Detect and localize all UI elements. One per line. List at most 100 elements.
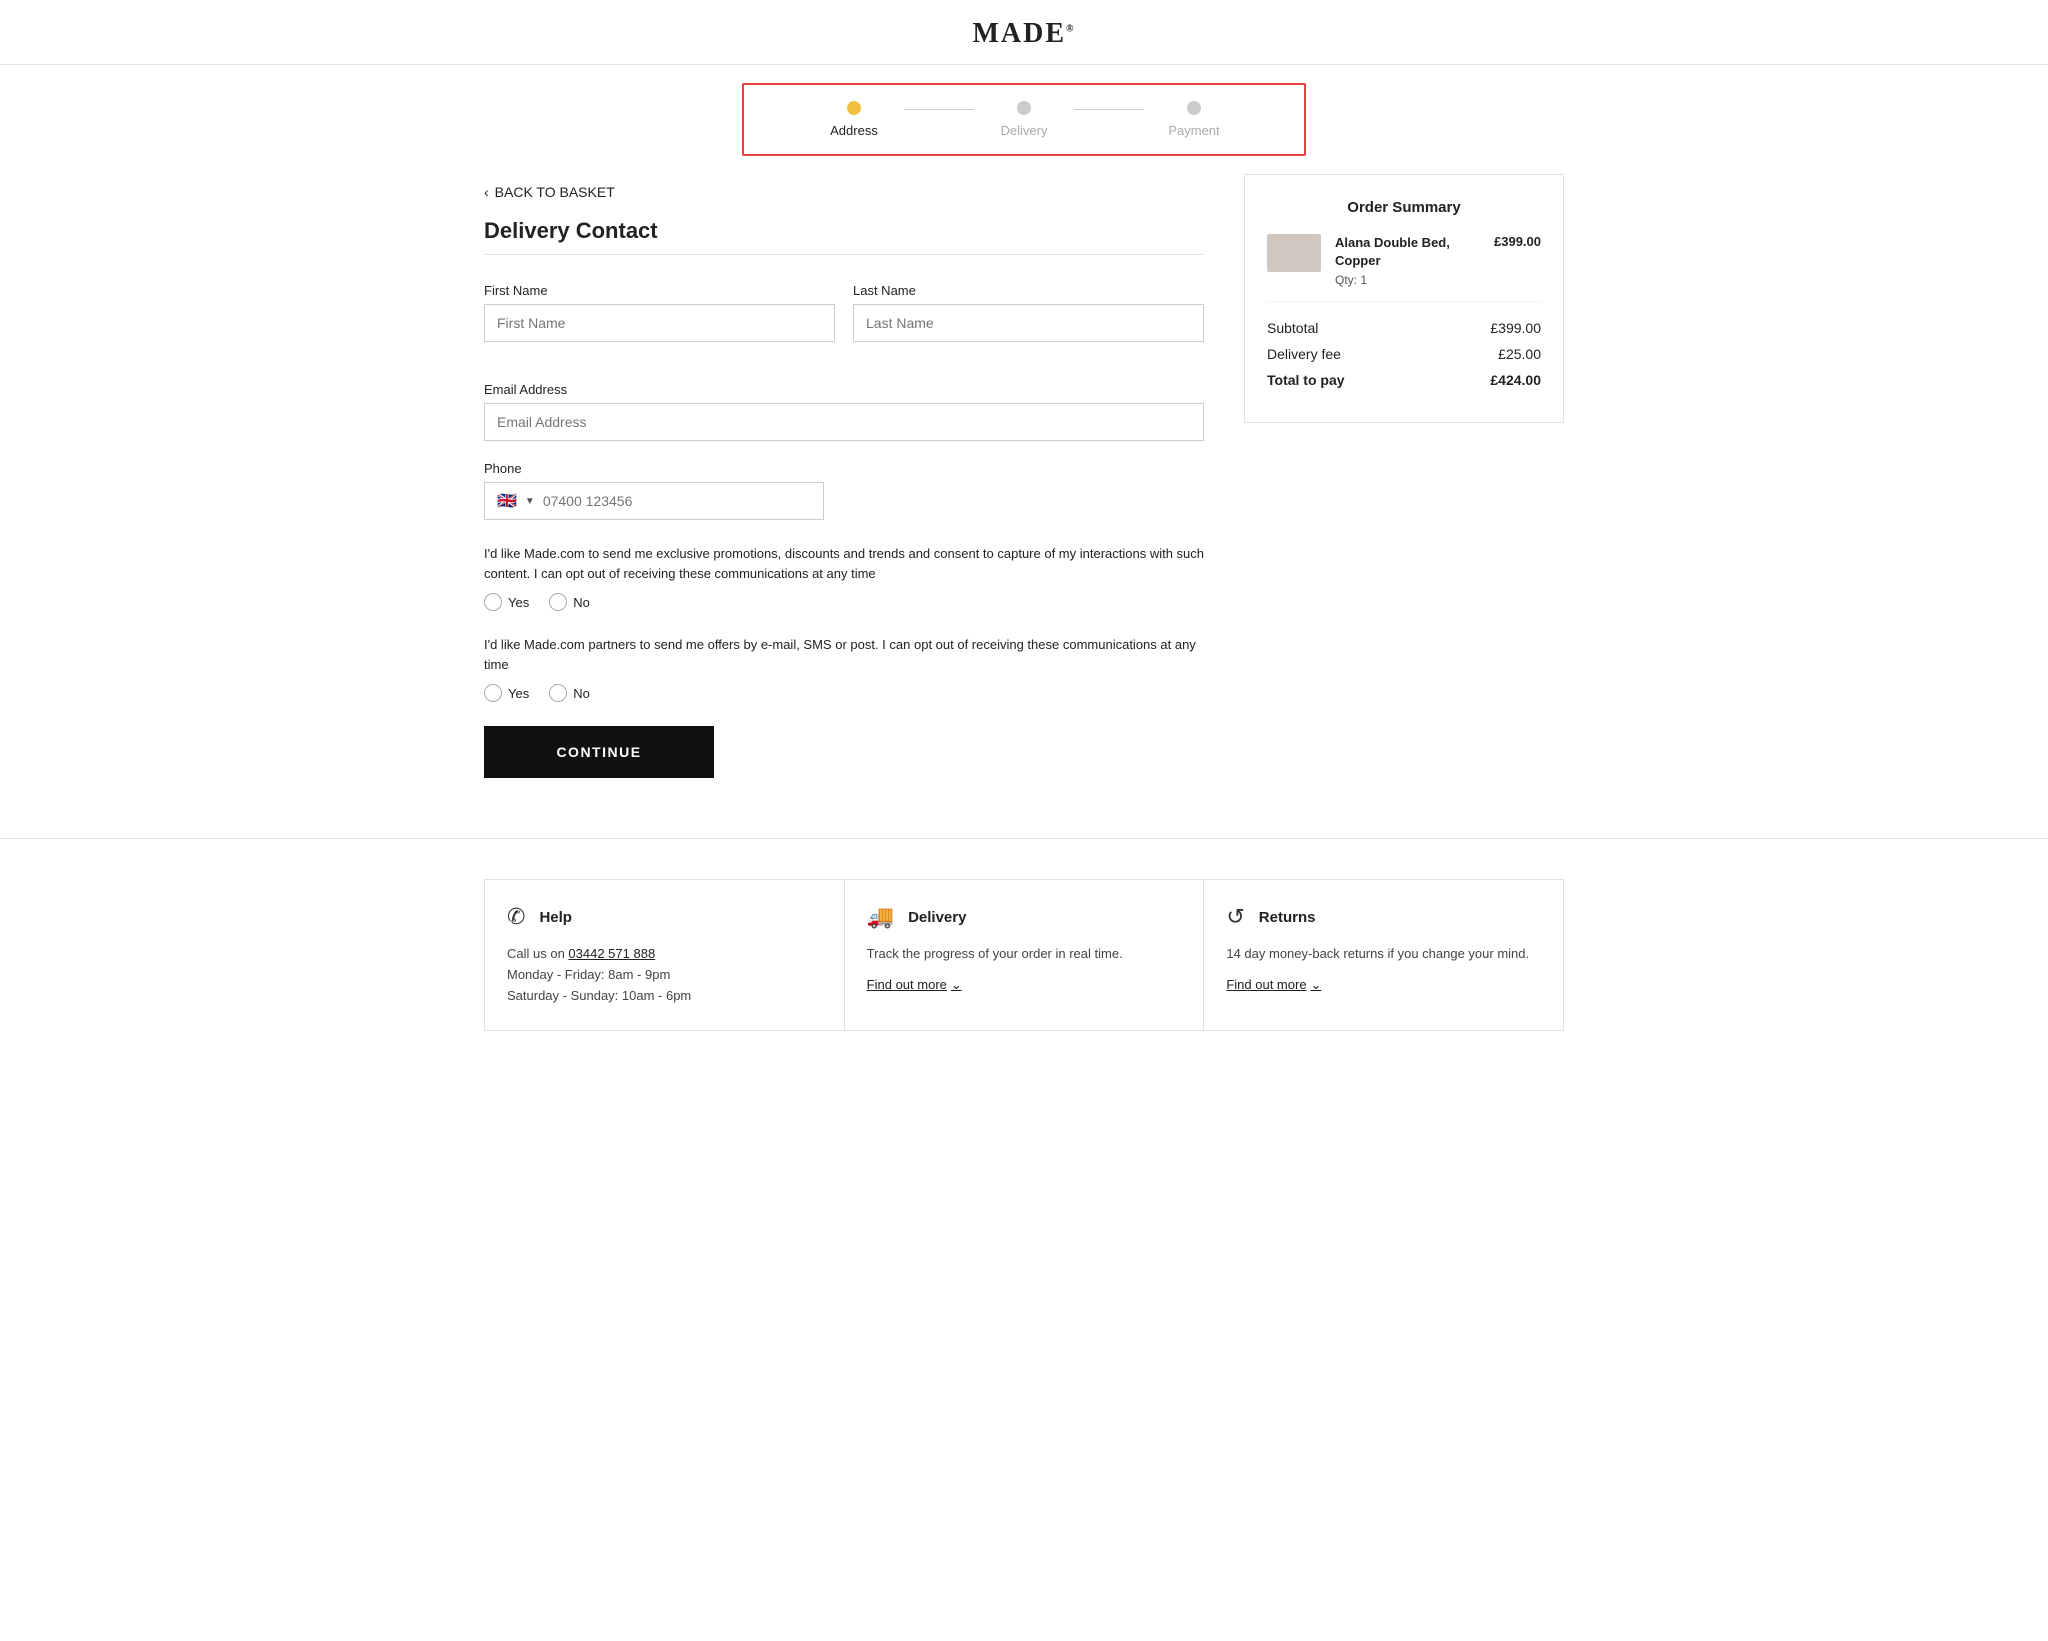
item-details: Alana Double Bed, Copper Qty: 1: [1335, 234, 1480, 287]
name-row: First Name Last Name: [484, 283, 1204, 362]
phone-input[interactable]: [543, 493, 811, 509]
total-value: £424.00: [1490, 372, 1541, 388]
form-section-title: Delivery Contact: [484, 218, 1204, 255]
consent-block-2: I'd like Made.com partners to send me of…: [484, 635, 1204, 702]
returns-find-out-more-link[interactable]: Find out more ⌄: [1226, 977, 1541, 993]
consent1-no-radio[interactable]: [549, 593, 567, 611]
delivery-chevron-down-icon: ⌄: [951, 977, 962, 993]
step-label-payment: Payment: [1168, 123, 1219, 138]
email-group: Email Address: [484, 382, 1204, 441]
phone-row: 🇬🇧 ▼: [484, 482, 824, 520]
subtotal-value: £399.00: [1490, 320, 1541, 336]
delivery-fee-label: Delivery fee: [1267, 346, 1341, 362]
total-row: Total to pay £424.00: [1267, 372, 1541, 388]
item-price: £399.00: [1494, 234, 1541, 249]
consent-text-1: I'd like Made.com to send me exclusive p…: [484, 544, 1204, 583]
returns-icon: ↺: [1226, 904, 1244, 930]
back-chevron-icon: ‹: [484, 184, 489, 200]
footer-card-delivery: 🚚 Delivery Track the progress of your or…: [845, 879, 1205, 1031]
site-header: MADE®: [0, 0, 2048, 65]
returns-card-header: ↺ Returns: [1226, 904, 1541, 930]
consent2-no-text: No: [573, 686, 590, 701]
item-name: Alana Double Bed, Copper: [1335, 234, 1480, 270]
help-hours-weekday: Monday - Friday: 8am - 9pm: [507, 967, 670, 982]
last-name-group: Last Name: [853, 283, 1204, 342]
returns-body-text: 14 day money-back returns if you change …: [1226, 946, 1529, 961]
email-label: Email Address: [484, 382, 1204, 397]
delivery-body-text: Track the progress of your order in real…: [867, 946, 1123, 961]
step-line-2: [1074, 109, 1144, 110]
order-summary-title: Order Summary: [1267, 199, 1541, 216]
back-to-basket-label: BACK TO BASKET: [495, 184, 615, 200]
consent1-no-label[interactable]: No: [549, 593, 590, 611]
step-dot-delivery: [1017, 101, 1031, 115]
back-to-basket-link[interactable]: ‹ BACK TO BASKET: [484, 184, 1204, 200]
consent1-yes-text: Yes: [508, 595, 529, 610]
phone-group: Phone 🇬🇧 ▼: [484, 461, 1204, 520]
delivery-find-out-more-text: Find out more: [867, 977, 947, 992]
left-panel: ‹ BACK TO BASKET Delivery Contact First …: [484, 174, 1204, 778]
item-qty: Qty: 1: [1335, 273, 1480, 287]
order-item: Alana Double Bed, Copper Qty: 1 £399.00: [1267, 234, 1541, 302]
first-name-label: First Name: [484, 283, 835, 298]
consent2-radio-row: Yes No: [484, 684, 1204, 702]
subtotal-row: Subtotal £399.00: [1267, 320, 1541, 336]
consent2-yes-label[interactable]: Yes: [484, 684, 529, 702]
delivery-fee-row: Delivery fee £25.00: [1267, 346, 1541, 362]
returns-chevron-down-icon: ⌄: [1311, 977, 1322, 993]
delivery-card-body: Track the progress of your order in real…: [867, 944, 1182, 965]
flag-uk-icon: 🇬🇧: [497, 491, 517, 511]
help-call-text: Call us on: [507, 946, 568, 961]
right-panel: Order Summary Alana Double Bed, Copper Q…: [1244, 174, 1564, 778]
truck-icon: 🚚: [867, 904, 894, 930]
step-line-1: [904, 109, 974, 110]
phone-label: Phone: [484, 461, 1204, 476]
help-card-body: Call us on 03442 571 888 Monday - Friday…: [507, 944, 822, 1006]
help-phone-link[interactable]: 03442 571 888: [568, 946, 655, 961]
checkout-steps: Address Delivery Payment: [0, 65, 2048, 174]
consent1-yes-radio[interactable]: [484, 593, 502, 611]
first-name-input[interactable]: [484, 304, 835, 342]
footer-section: ✆ Help Call us on 03442 571 888 Monday -…: [0, 838, 2048, 1071]
step-address: Address: [804, 101, 904, 138]
delivery-fee-value: £25.00: [1498, 346, 1541, 362]
last-name-label: Last Name: [853, 283, 1204, 298]
consent1-yes-label[interactable]: Yes: [484, 593, 529, 611]
email-input[interactable]: [484, 403, 1204, 441]
step-payment: Payment: [1144, 101, 1244, 138]
order-summary: Order Summary Alana Double Bed, Copper Q…: [1244, 174, 1564, 423]
item-thumbnail: [1267, 234, 1321, 272]
last-name-input[interactable]: [853, 304, 1204, 342]
phone-icon: ✆: [507, 904, 525, 930]
footer-cards: ✆ Help Call us on 03442 571 888 Monday -…: [424, 879, 1624, 1071]
delivery-card-header: 🚚 Delivery: [867, 904, 1182, 930]
returns-card-body: 14 day money-back returns if you change …: [1226, 944, 1541, 965]
continue-button[interactable]: CONTINUE: [484, 726, 714, 778]
step-dot-address: [847, 101, 861, 115]
consent-block-1: I'd like Made.com to send me exclusive p…: [484, 544, 1204, 611]
steps-box: Address Delivery Payment: [742, 83, 1306, 156]
delivery-find-out-more-link[interactable]: Find out more ⌄: [867, 977, 1182, 993]
step-label-address: Address: [830, 123, 878, 138]
consent2-no-radio[interactable]: [549, 684, 567, 702]
consent2-yes-text: Yes: [508, 686, 529, 701]
footer-card-returns: ↺ Returns 14 day money-back returns if y…: [1204, 879, 1564, 1031]
step-label-delivery: Delivery: [1001, 123, 1048, 138]
returns-card-title: Returns: [1259, 909, 1316, 926]
returns-find-out-more-text: Find out more: [1226, 977, 1306, 992]
consent-text-2: I'd like Made.com partners to send me of…: [484, 635, 1204, 674]
phone-chevron-icon: ▼: [525, 496, 535, 507]
step-delivery: Delivery: [974, 101, 1074, 138]
first-name-group: First Name: [484, 283, 835, 342]
help-hours-weekend: Saturday - Sunday: 10am - 6pm: [507, 988, 691, 1003]
help-card-title: Help: [539, 909, 572, 926]
footer-card-help: ✆ Help Call us on 03442 571 888 Monday -…: [484, 879, 845, 1031]
consent2-yes-radio[interactable]: [484, 684, 502, 702]
site-logo: MADE®: [972, 18, 1075, 50]
consent1-radio-row: Yes No: [484, 593, 1204, 611]
main-content: ‹ BACK TO BASKET Delivery Contact First …: [424, 174, 1624, 778]
consent1-no-text: No: [573, 595, 590, 610]
consent2-no-label[interactable]: No: [549, 684, 590, 702]
total-label: Total to pay: [1267, 372, 1345, 388]
subtotal-label: Subtotal: [1267, 320, 1318, 336]
